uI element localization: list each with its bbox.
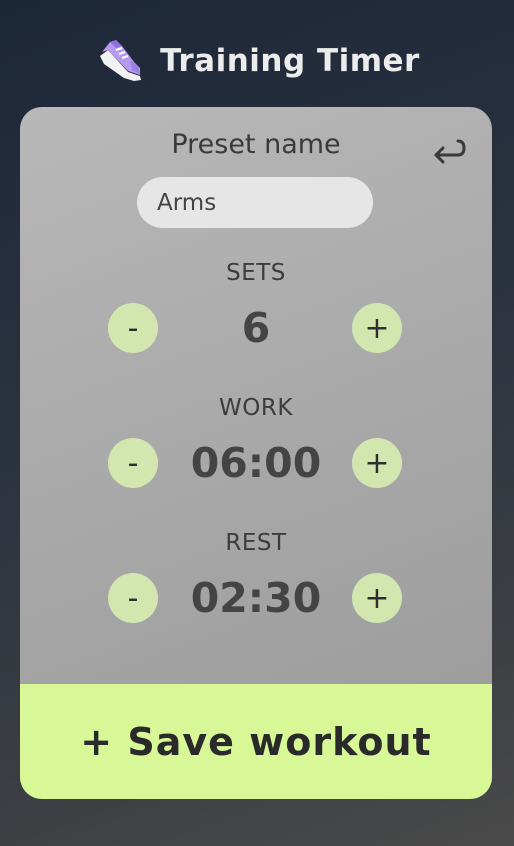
preset-name-label: Preset name <box>171 129 341 160</box>
rest-value: 02:30 <box>190 574 322 622</box>
sets-decrement-button[interactable]: - <box>108 303 158 353</box>
sets-increment-button[interactable]: + <box>352 303 402 353</box>
rest-label: REST <box>225 530 287 556</box>
sets-label: SETS <box>226 260 286 286</box>
app-title: Training Timer <box>160 43 420 79</box>
running-shoe-icon <box>100 40 142 81</box>
app-header: Training Timer <box>0 36 514 86</box>
preset-card: Preset name SETS - 6 + WORK - 06:00 + RE… <box>20 107 492 799</box>
work-label: WORK <box>219 395 293 421</box>
back-button[interactable] <box>428 131 468 171</box>
work-decrement-button[interactable]: - <box>108 438 158 488</box>
sets-value: 6 <box>241 304 271 352</box>
work-value: 06:00 <box>190 439 322 487</box>
rest-decrement-button[interactable]: - <box>108 573 158 623</box>
preset-name-input[interactable] <box>137 177 373 228</box>
rest-increment-button[interactable]: + <box>352 573 402 623</box>
save-workout-button[interactable]: + Save workout <box>20 684 492 799</box>
work-increment-button[interactable]: + <box>352 438 402 488</box>
return-arrow-icon <box>434 139 466 164</box>
